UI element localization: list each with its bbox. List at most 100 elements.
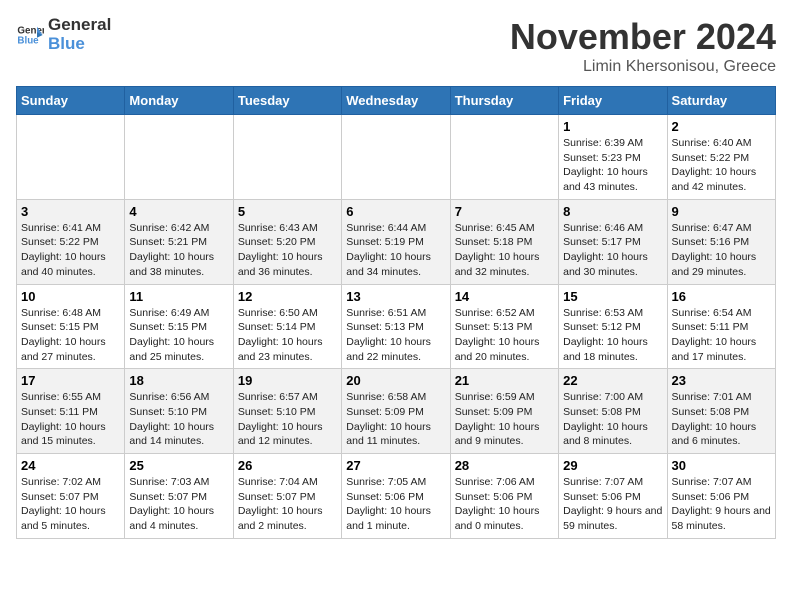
day-info: Sunrise: 6:57 AM Sunset: 5:10 PM Dayligh… xyxy=(238,390,337,449)
day-number: 5 xyxy=(238,204,337,219)
weekday-header-sunday: Sunday xyxy=(17,87,125,115)
day-info: Sunrise: 6:47 AM Sunset: 5:16 PM Dayligh… xyxy=(672,221,771,280)
day-info: Sunrise: 6:59 AM Sunset: 5:09 PM Dayligh… xyxy=(455,390,554,449)
calendar-cell: 6Sunrise: 6:44 AM Sunset: 5:19 PM Daylig… xyxy=(342,199,450,284)
calendar-cell xyxy=(125,115,233,200)
calendar-cell: 4Sunrise: 6:42 AM Sunset: 5:21 PM Daylig… xyxy=(125,199,233,284)
day-number: 27 xyxy=(346,458,445,473)
calendar-cell: 25 Sunrise: 7:03 AM Sunset: 5:07 PM Dayli… xyxy=(125,454,233,539)
day-number: 14 xyxy=(455,289,554,304)
calendar-cell xyxy=(17,115,125,200)
day-number: 7 xyxy=(455,204,554,219)
day-info: Sunrise: 6:46 AM Sunset: 5:17 PM Dayligh… xyxy=(563,221,662,280)
day-info: Sunrise: 6:53 AM Sunset: 5:12 PM Dayligh… xyxy=(563,306,662,365)
calendar-cell: 24 Sunrise: 7:02 AM Sunset: 5:07 PM Dayli… xyxy=(17,454,125,539)
day-info: Sunrise: 7:05 AM Sunset: 5:06 PM Dayligh… xyxy=(346,475,445,534)
calendar-cell: 16 Sunrise: 6:54 AM Sunset: 5:11 PM Dayli… xyxy=(667,284,775,369)
day-info: Sunrise: 7:02 AM Sunset: 5:07 PM Dayligh… xyxy=(21,475,120,534)
day-number: 2 xyxy=(672,119,771,134)
calendar-cell: 3 Sunrise: 6:41 AM Sunset: 5:22 PM Daylig… xyxy=(17,199,125,284)
calendar-cell: 21 Sunrise: 6:59 AM Sunset: 5:09 PM Dayli… xyxy=(450,369,558,454)
day-info: Sunrise: 6:49 AM Sunset: 5:15 PM Dayligh… xyxy=(129,306,228,365)
calendar-week-row: 3 Sunrise: 6:41 AM Sunset: 5:22 PM Daylig… xyxy=(17,199,776,284)
calendar-cell: 27 Sunrise: 7:05 AM Sunset: 5:06 PM Dayli… xyxy=(342,454,450,539)
calendar-cell xyxy=(342,115,450,200)
calendar-cell: 20 Sunrise: 6:58 AM Sunset: 5:09 PM Dayli… xyxy=(342,369,450,454)
calendar-cell: 26 Sunrise: 7:04 AM Sunset: 5:07 PM Dayli… xyxy=(233,454,341,539)
weekday-header-row: SundayMondayTuesdayWednesdayThursdayFrid… xyxy=(17,87,776,115)
weekday-header-wednesday: Wednesday xyxy=(342,87,450,115)
day-number: 8 xyxy=(563,204,662,219)
calendar-week-row: 1 Sunrise: 6:39 AM Sunset: 5:23 PM Daylig… xyxy=(17,115,776,200)
day-number: 3 xyxy=(21,204,120,219)
month-title: November 2024 xyxy=(510,16,776,58)
day-number: 11 xyxy=(129,289,228,304)
day-number: 16 xyxy=(672,289,771,304)
day-number: 28 xyxy=(455,458,554,473)
weekday-header-tuesday: Tuesday xyxy=(233,87,341,115)
calendar-week-row: 17 Sunrise: 6:55 AM Sunset: 5:11 PM Dayli… xyxy=(17,369,776,454)
calendar-cell: 19 Sunrise: 6:57 AM Sunset: 5:10 PM Dayli… xyxy=(233,369,341,454)
day-info: Sunrise: 6:52 AM Sunset: 5:13 PM Dayligh… xyxy=(455,306,554,365)
calendar-cell: 13 Sunrise: 6:51 AM Sunset: 5:13 PM Dayli… xyxy=(342,284,450,369)
day-number: 20 xyxy=(346,373,445,388)
calendar-week-row: 24 Sunrise: 7:02 AM Sunset: 5:07 PM Dayli… xyxy=(17,454,776,539)
day-number: 19 xyxy=(238,373,337,388)
day-number: 30 xyxy=(672,458,771,473)
day-info: Sunrise: 6:58 AM Sunset: 5:09 PM Dayligh… xyxy=(346,390,445,449)
day-number: 22 xyxy=(563,373,662,388)
calendar-cell: 23Sunrise: 7:01 AM Sunset: 5:08 PM Dayli… xyxy=(667,369,775,454)
day-info: Sunrise: 6:56 AM Sunset: 5:10 PM Dayligh… xyxy=(129,390,228,449)
day-number: 17 xyxy=(21,373,120,388)
calendar-cell xyxy=(233,115,341,200)
day-number: 6 xyxy=(346,204,445,219)
calendar-cell: 15 Sunrise: 6:53 AM Sunset: 5:12 PM Dayli… xyxy=(559,284,667,369)
calendar-cell: 17 Sunrise: 6:55 AM Sunset: 5:11 PM Dayli… xyxy=(17,369,125,454)
day-number: 29 xyxy=(563,458,662,473)
day-number: 12 xyxy=(238,289,337,304)
weekday-header-saturday: Saturday xyxy=(667,87,775,115)
day-info: Sunrise: 7:07 AM Sunset: 5:06 PM Dayligh… xyxy=(672,475,771,534)
calendar-cell: 22 Sunrise: 7:00 AM Sunset: 5:08 PM Dayli… xyxy=(559,369,667,454)
calendar-cell: 2Sunrise: 6:40 AM Sunset: 5:22 PM Daylig… xyxy=(667,115,775,200)
logo-general-text: General xyxy=(48,16,111,35)
day-number: 24 xyxy=(21,458,120,473)
day-info: Sunrise: 7:01 AM Sunset: 5:08 PM Dayligh… xyxy=(672,390,771,449)
day-number: 10 xyxy=(21,289,120,304)
day-number: 26 xyxy=(238,458,337,473)
day-info: Sunrise: 6:39 AM Sunset: 5:23 PM Dayligh… xyxy=(563,136,662,195)
day-number: 9 xyxy=(672,204,771,219)
calendar-cell: 12 Sunrise: 6:50 AM Sunset: 5:14 PM Dayli… xyxy=(233,284,341,369)
logo-icon: General Blue xyxy=(16,21,44,49)
calendar-cell: 10Sunrise: 6:48 AM Sunset: 5:15 PM Dayli… xyxy=(17,284,125,369)
calendar-table: SundayMondayTuesdayWednesdayThursdayFrid… xyxy=(16,86,776,539)
calendar-cell xyxy=(450,115,558,200)
calendar-cell: 30 Sunrise: 7:07 AM Sunset: 5:06 PM Dayli… xyxy=(667,454,775,539)
logo: General Blue General Blue xyxy=(16,16,111,53)
day-info: Sunrise: 6:45 AM Sunset: 5:18 PM Dayligh… xyxy=(455,221,554,280)
calendar-cell: 18Sunrise: 6:56 AM Sunset: 5:10 PM Dayli… xyxy=(125,369,233,454)
day-info: Sunrise: 7:00 AM Sunset: 5:08 PM Dayligh… xyxy=(563,390,662,449)
day-info: Sunrise: 6:51 AM Sunset: 5:13 PM Dayligh… xyxy=(346,306,445,365)
day-number: 13 xyxy=(346,289,445,304)
svg-text:Blue: Blue xyxy=(17,35,39,46)
day-number: 21 xyxy=(455,373,554,388)
calendar-cell: 8 Sunrise: 6:46 AM Sunset: 5:17 PM Daylig… xyxy=(559,199,667,284)
day-info: Sunrise: 7:07 AM Sunset: 5:06 PM Dayligh… xyxy=(563,475,662,534)
day-info: Sunrise: 6:41 AM Sunset: 5:22 PM Dayligh… xyxy=(21,221,120,280)
day-info: Sunrise: 6:42 AM Sunset: 5:21 PM Dayligh… xyxy=(129,221,228,280)
calendar-cell: 5Sunrise: 6:43 AM Sunset: 5:20 PM Daylig… xyxy=(233,199,341,284)
day-info: Sunrise: 6:54 AM Sunset: 5:11 PM Dayligh… xyxy=(672,306,771,365)
day-number: 1 xyxy=(563,119,662,134)
calendar-cell: 9 Sunrise: 6:47 AM Sunset: 5:16 PM Daylig… xyxy=(667,199,775,284)
day-number: 15 xyxy=(563,289,662,304)
calendar-week-row: 10Sunrise: 6:48 AM Sunset: 5:15 PM Dayli… xyxy=(17,284,776,369)
day-info: Sunrise: 6:55 AM Sunset: 5:11 PM Dayligh… xyxy=(21,390,120,449)
day-number: 25 xyxy=(129,458,228,473)
day-info: Sunrise: 7:03 AM Sunset: 5:07 PM Dayligh… xyxy=(129,475,228,534)
calendar-cell: 14 Sunrise: 6:52 AM Sunset: 5:13 PM Dayli… xyxy=(450,284,558,369)
calendar-cell: 28Sunrise: 7:06 AM Sunset: 5:06 PM Dayli… xyxy=(450,454,558,539)
day-info: Sunrise: 7:04 AM Sunset: 5:07 PM Dayligh… xyxy=(238,475,337,534)
day-info: Sunrise: 6:50 AM Sunset: 5:14 PM Dayligh… xyxy=(238,306,337,365)
page-header: General Blue General Blue November 2024 … xyxy=(16,16,776,76)
